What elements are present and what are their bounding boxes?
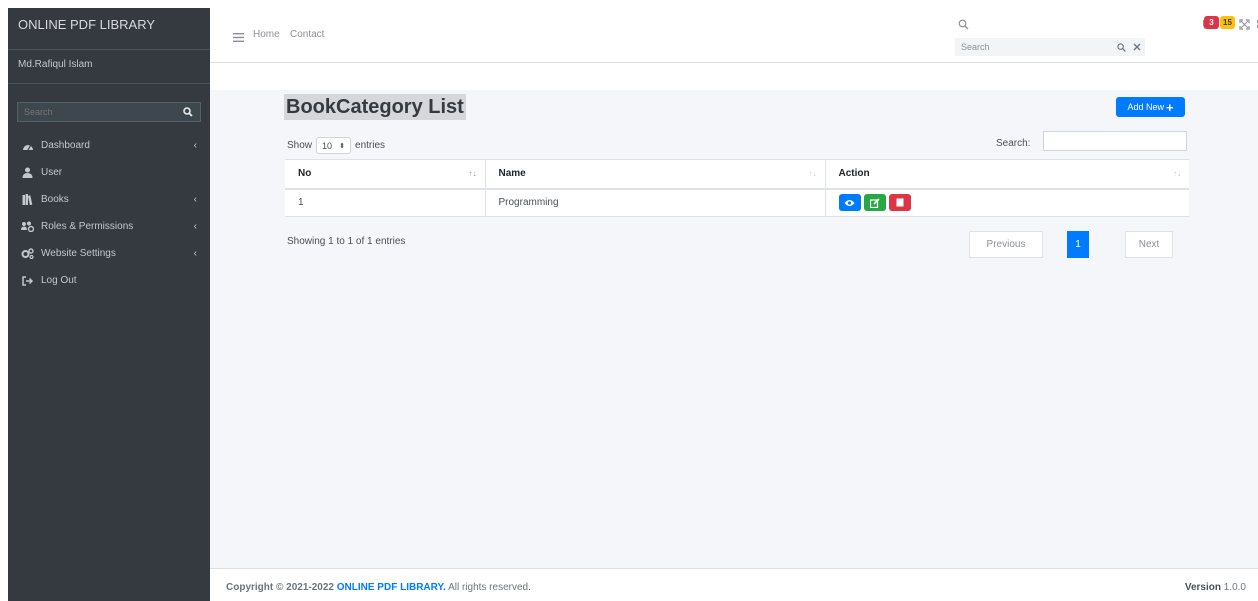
page-title: BookCategory List [284, 94, 466, 120]
table-header-row: No ↑↓ Name ↑↓ Action ↑↓ [285, 159, 1189, 190]
trash-icon [896, 198, 903, 207]
view-button[interactable] [838, 194, 861, 212]
version-label: Version [1184, 582, 1221, 593]
plus-icon: + [1165, 99, 1174, 115]
sidebar-nav: Dashboard ‹ User Books ‹ Roles & Permiss… [8, 132, 210, 294]
sidebar-item-user[interactable]: User [8, 159, 210, 186]
chevron-left-icon: ‹ [193, 140, 197, 151]
sign-out-icon [21, 275, 34, 286]
show-label: Show [287, 140, 313, 151]
navbar-search-placeholder: Search [961, 42, 990, 52]
add-new-label: Add New [1127, 102, 1164, 112]
footer-brand-link[interactable]: ONLINE PDF LIBRARY. [337, 582, 446, 593]
column-label: No [298, 168, 312, 180]
entries-select-value: 10 [322, 140, 333, 151]
sidebar-search-input[interactable] [17, 102, 175, 122]
main-footer: Copyright © 2021-2022 ONLINE PDF LIBRARY… [210, 568, 1258, 601]
column-label: Action [838, 168, 870, 180]
pagination-page-1[interactable]: 1 [1067, 231, 1089, 258]
table-row: 1 Programming [285, 188, 1189, 217]
chevron-left-icon: ‹ [193, 248, 197, 259]
sidebar-item-label: Roles & Permissions [41, 221, 134, 232]
sidebar-search-button[interactable] [175, 102, 201, 122]
cell-no: 1 [285, 188, 485, 217]
version-number: 1.0.0 [1223, 582, 1246, 593]
users-cog-icon [21, 221, 34, 232]
fullscreen-icon[interactable] [1239, 17, 1250, 35]
search-icon [182, 107, 193, 117]
chevron-left-icon: ‹ [193, 194, 197, 205]
column-label: Name [498, 168, 526, 180]
nav-link-home[interactable]: Home [253, 29, 280, 40]
entries-select[interactable]: 10 ⬍ [316, 137, 352, 154]
sidebar-item-log-out[interactable]: Log Out [8, 267, 210, 294]
edit-button[interactable] [863, 194, 886, 212]
navbar-search-field[interactable]: Search [955, 38, 1145, 56]
sort-icon: ↑↓ [808, 169, 817, 178]
brand-link[interactable]: ONLINE PDF LIBRARY [8, 8, 210, 50]
navbar-search-toggle-icon[interactable] [958, 17, 969, 35]
top-navbar: Home Contact Search 3 15 [210, 8, 1258, 63]
delete-button[interactable] [888, 194, 911, 212]
pagination-next[interactable]: Next [1125, 231, 1173, 258]
table-info: Showing 1 to 1 of 1 entries [287, 236, 406, 247]
close-icon[interactable] [1129, 43, 1145, 51]
sort-icon: ↑↓ [1173, 169, 1181, 178]
search-icon[interactable] [1113, 42, 1129, 52]
main-sidebar: ONLINE PDF LIBRARY Md.Rafiqul Islam Dash… [8, 8, 210, 601]
eye-icon [844, 199, 855, 206]
version-info: Version 1.0.0 [1185, 582, 1246, 593]
category-table: No ↑↓ Name ↑↓ Action ↑↓ 1 Programming [285, 159, 1189, 217]
sidebar-item-dashboard[interactable]: Dashboard ‹ [8, 132, 210, 159]
nav-link-contact[interactable]: Contact [290, 29, 324, 40]
sidebar-item-books[interactable]: Books ‹ [8, 186, 210, 213]
user-icon [21, 167, 34, 178]
dashboard-icon [21, 140, 34, 151]
sidebar-item-website-settings[interactable]: Website Settings ‹ [8, 240, 210, 267]
books-icon [21, 194, 34, 205]
sidebar-item-roles-permissions[interactable]: Roles & Permissions ‹ [8, 213, 210, 240]
table-search-label: Search: [996, 138, 1031, 149]
sidebar-search [17, 102, 201, 122]
edit-icon [869, 198, 880, 208]
sort-asc-icon: ↑↓ [468, 169, 477, 178]
select-arrows-icon: ⬍ [339, 142, 346, 150]
sidebar-item-label: Website Settings [41, 248, 116, 259]
table-search-input[interactable] [1043, 131, 1187, 151]
pagination-previous[interactable]: Previous [969, 231, 1043, 258]
column-header-name[interactable]: Name ↑↓ [484, 159, 825, 190]
sidebar-item-label: Log Out [41, 275, 77, 286]
sidebar-item-label: Dashboard [41, 140, 90, 151]
entries-label: entries [355, 140, 386, 151]
messages-badge: 3 [1204, 16, 1219, 29]
cogs-icon [21, 248, 34, 259]
copyright-prefix: Copyright © 2021-2022 [226, 582, 334, 593]
sidebar-item-label: Books [41, 194, 69, 205]
column-header-action[interactable]: Action ↑↓ [824, 159, 1189, 190]
content-wrapper: BookCategory List Add New + Show 10 ⬍ en… [210, 90, 1258, 568]
add-new-button[interactable]: Add New + [1116, 97, 1185, 117]
cell-actions [824, 188, 1189, 217]
chevron-left-icon: ‹ [193, 221, 197, 232]
sidebar-item-label: User [41, 167, 63, 178]
column-header-no[interactable]: No ↑↓ [285, 159, 485, 190]
copyright-text: Copyright © 2021-2022 ONLINE PDF LIBRARY… [226, 582, 531, 593]
user-name[interactable]: Md.Rafiqul Islam [8, 50, 210, 84]
cell-name: Programming [484, 188, 825, 217]
entries-length-control: Show 10 ⬍ entries [287, 137, 385, 154]
menu-toggle-icon[interactable] [233, 29, 244, 47]
rights-text: All rights reserved. [448, 582, 531, 593]
notifications-badge[interactable]: 15 [1220, 16, 1235, 29]
